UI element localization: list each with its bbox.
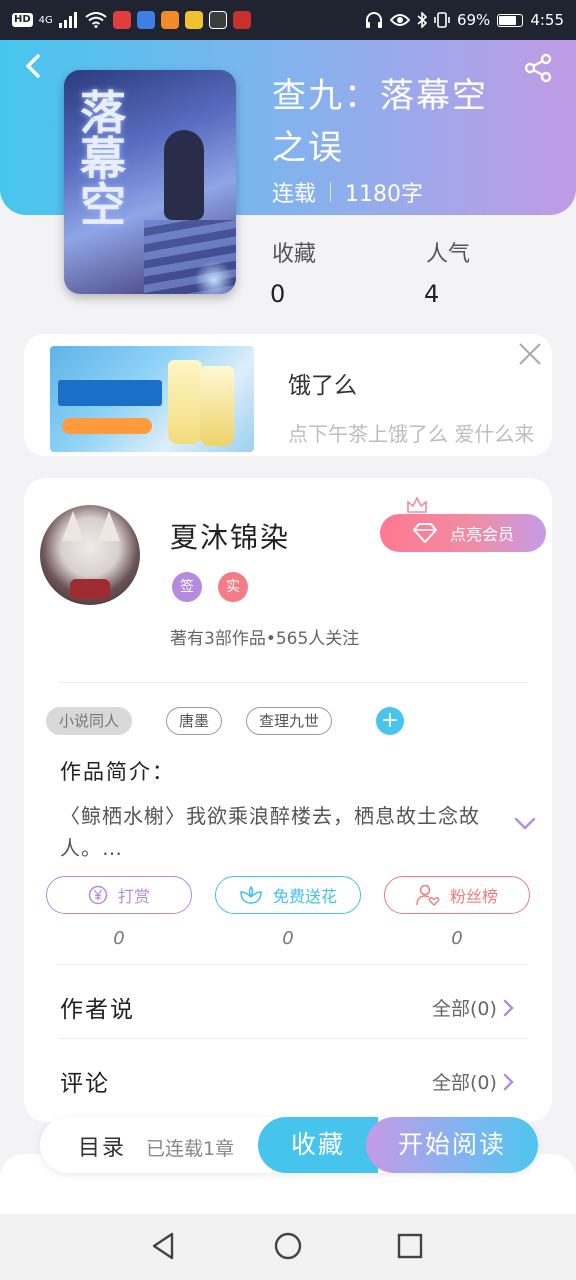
- verified-badge: 实: [218, 572, 248, 602]
- network-type: 4G: [38, 14, 53, 26]
- diamond-icon: [412, 523, 437, 543]
- app-notification-icon: [184, 11, 203, 29]
- divider: [58, 1038, 528, 1039]
- avatar-art: [70, 579, 110, 599]
- chapter-count[interactable]: 已连载1章: [146, 1134, 234, 1161]
- toc-button[interactable]: 目录: [78, 1130, 126, 1162]
- start-reading-button[interactable]: 开始阅读: [366, 1117, 538, 1173]
- ad-image-drink: [168, 360, 202, 444]
- comments-label: 评论: [60, 1071, 110, 1097]
- eye-icon: [389, 14, 410, 26]
- avatar-art: [98, 511, 120, 541]
- ad-image-drink: [200, 366, 234, 446]
- app-notification-icon: [232, 11, 251, 29]
- yen-coin-icon: [88, 885, 108, 905]
- tip-label: 打赏: [117, 887, 150, 906]
- favorite-button[interactable]: 收藏: [258, 1117, 378, 1173]
- app-notification-icon: [112, 11, 131, 29]
- author-notes-label: 作者说: [60, 997, 135, 1023]
- author-notes-all-label: 全部(0): [432, 998, 497, 1020]
- share-icon[interactable]: [522, 52, 554, 84]
- clock: 4:55: [530, 11, 564, 29]
- wifi-icon: [85, 12, 107, 28]
- meta-divider: [330, 182, 332, 202]
- cover-art-figure: [164, 130, 204, 220]
- nav-home-icon[interactable]: [272, 1230, 304, 1262]
- battery-percent: 69%: [456, 11, 491, 29]
- avatar[interactable]: [40, 505, 140, 605]
- book-title: 查九：落幕空之误: [272, 76, 488, 168]
- fan-count: 0: [451, 928, 463, 949]
- ad-image-tag: [62, 418, 152, 434]
- author-stats: 著有3部作品•565人关注: [170, 629, 360, 649]
- hd-indicator: HD: [12, 13, 33, 27]
- divider: [58, 682, 528, 683]
- vip-label: 点亮会员: [449, 525, 514, 544]
- headphones-icon: [365, 12, 382, 28]
- ad-title: 饿了么: [288, 373, 357, 399]
- tip-count: 0: [113, 928, 125, 949]
- close-icon[interactable]: [516, 340, 544, 368]
- crown-icon: [407, 496, 427, 513]
- hand-icon: [208, 11, 227, 29]
- comments-all-label: 全部(0): [432, 1072, 497, 1094]
- bluetooth-icon: [417, 12, 427, 28]
- author-notes-all-link[interactable]: 全部(0): [432, 994, 515, 1021]
- word-count: 1180字: [345, 182, 424, 207]
- vip-button[interactable]: 点亮会员: [380, 514, 546, 552]
- flower-count: 0: [282, 928, 294, 949]
- favorites-count: 0: [270, 280, 286, 308]
- chevron-right-icon: [503, 1073, 514, 1090]
- app-notification-icon: [136, 11, 155, 29]
- signal-icon: [58, 12, 77, 28]
- book-cover[interactable]: 落幕空: [64, 70, 236, 294]
- flower-icon: [240, 885, 262, 904]
- intro-text: 〈鲸栖水榭〉我欲乘浪醉楼去，栖息故土念故人。…: [60, 804, 480, 860]
- intro-heading: 作品简介：: [60, 760, 175, 784]
- cover-title-art: 落幕空: [80, 86, 126, 232]
- ad-image: [50, 346, 254, 452]
- avatar-art: [62, 511, 84, 541]
- fan-ranking-button[interactable]: 粉丝榜: [384, 876, 530, 914]
- tag-category[interactable]: 小说同人: [46, 707, 133, 735]
- book-meta: 连载 1180字: [272, 176, 423, 208]
- favorites-label: 收藏: [272, 242, 317, 267]
- send-flower-label: 免费送花: [272, 887, 337, 906]
- user-heart-icon: [416, 884, 440, 906]
- author-name[interactable]: 夏沐锦染: [170, 516, 290, 556]
- serial-status: 连载: [272, 182, 317, 207]
- signed-badge: 签: [172, 572, 202, 602]
- cover-art-glow: [194, 260, 234, 294]
- vibrate-icon: [434, 12, 450, 28]
- ad-banner[interactable]: 饿了么 点下午茶上饿了么 爱什么来: [24, 334, 552, 456]
- send-flower-button[interactable]: 免费送花: [215, 876, 361, 914]
- chevron-down-icon[interactable]: [512, 812, 538, 834]
- battery-icon: [497, 13, 524, 27]
- ad-description: 点下午茶上饿了么 爱什么来: [288, 422, 535, 446]
- fan-ranking-label: 粉丝榜: [449, 887, 498, 906]
- popularity-count: 4: [424, 280, 440, 308]
- ad-image-banner: [58, 380, 162, 406]
- popularity-label: 人气: [426, 242, 471, 267]
- back-icon[interactable]: [18, 50, 50, 82]
- comments-all-link[interactable]: 全部(0): [432, 1068, 515, 1095]
- nav-back-icon[interactable]: [148, 1230, 180, 1262]
- tag-item[interactable]: 查理九世: [246, 707, 333, 735]
- status-bar: HD 4G 69% 4:55: [0, 0, 576, 40]
- nav-recents-icon[interactable]: [394, 1230, 426, 1262]
- tag-item[interactable]: 唐墨: [166, 707, 223, 735]
- add-tag-button[interactable]: +: [376, 707, 404, 735]
- chevron-right-icon: [503, 999, 514, 1016]
- app-notification-icon: [160, 11, 179, 29]
- tip-button[interactable]: 打赏: [46, 876, 192, 914]
- divider: [58, 964, 528, 965]
